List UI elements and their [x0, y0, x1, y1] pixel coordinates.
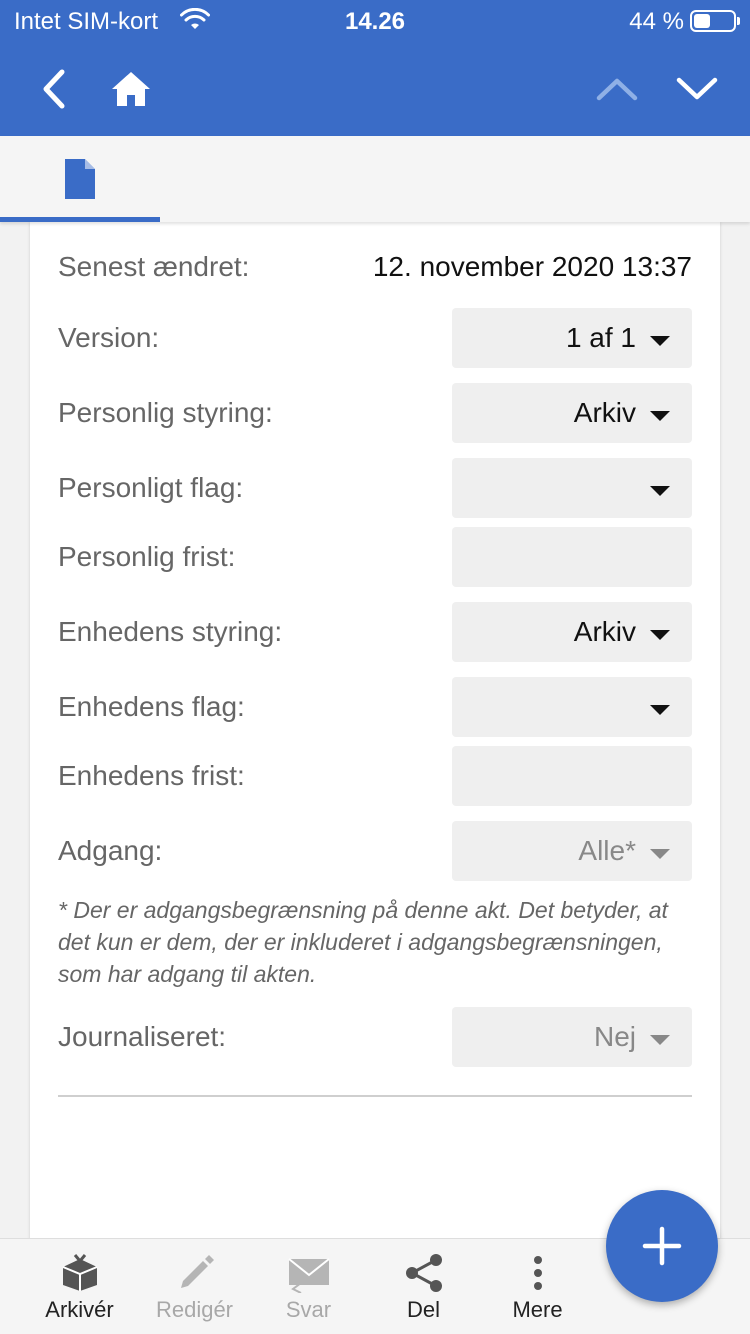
journalized-select: Nej	[452, 1007, 692, 1067]
caret-down-icon	[650, 411, 670, 421]
unit-deadline-row: Enhedens frist:	[58, 746, 692, 806]
journalized-row: Journaliseret: Nej	[58, 1007, 692, 1067]
chevron-up-icon	[596, 78, 638, 101]
edit-button[interactable]: Redigér	[137, 1239, 252, 1334]
reply-label: Svar	[285, 1297, 332, 1322]
unit-control-value: Arkiv	[573, 616, 636, 647]
edit-label: Redigér	[155, 1297, 234, 1322]
caret-down-icon	[650, 1035, 670, 1045]
last-modified-value: 12. november 2020 13:37	[372, 251, 692, 282]
personal-control-row: Personlig styring: Arkiv	[58, 383, 692, 443]
access-value: Alle*	[578, 835, 636, 866]
home-button[interactable]	[106, 64, 156, 114]
access-restriction-note: * Der er adgangsbegrænsning på denne akt…	[58, 897, 668, 987]
pencil-icon	[180, 1255, 214, 1288]
home-icon	[112, 72, 150, 106]
envelope-reply-icon	[287, 1258, 330, 1293]
unit-control-label: Enhedens styring:	[58, 616, 283, 647]
more-vertical-icon	[533, 1256, 542, 1290]
caret-down-icon	[650, 705, 670, 715]
battery-percent: 44 %	[629, 8, 684, 35]
journalized-label: Journaliseret:	[58, 1021, 227, 1052]
unit-deadline-field[interactable]	[452, 746, 692, 806]
battery-icon	[690, 10, 740, 32]
archive-label: Arkivér	[45, 1297, 114, 1322]
personal-control-label: Personlig styring:	[58, 397, 273, 428]
unit-flag-label: Enhedens flag:	[58, 691, 245, 722]
reply-button[interactable]: Svar	[251, 1239, 366, 1334]
share-label: Del	[406, 1297, 440, 1322]
plus-icon	[642, 1226, 682, 1266]
navigation-bar	[0, 42, 750, 136]
version-row: Version: 1 af 1	[58, 308, 692, 368]
unit-deadline-label: Enhedens frist:	[58, 760, 245, 791]
share-icon	[405, 1254, 442, 1292]
back-button[interactable]	[28, 64, 78, 114]
personal-flag-select[interactable]	[452, 458, 692, 518]
version-label: Version:	[58, 322, 160, 353]
unit-flag-row: Enhedens flag:	[58, 677, 692, 737]
active-tab-indicator	[0, 217, 160, 222]
personal-control-select[interactable]: Arkiv	[452, 383, 692, 443]
caret-down-icon	[650, 486, 670, 496]
status-bar: Intet SIM-kort 14.26 44 %	[0, 0, 750, 42]
chevron-left-icon	[43, 69, 65, 109]
personal-flag-row: Personligt flag:	[58, 458, 692, 518]
version-value: 1 af 1	[565, 322, 636, 353]
document-details-card: Senest ændret: 12. november 2020 13:37 V…	[30, 222, 720, 1242]
last-modified-row: Senest ændret: 12. november 2020 13:37	[58, 237, 692, 297]
more-label: Mere	[512, 1297, 563, 1322]
access-row: Adgang: Alle*	[58, 821, 692, 881]
access-label: Adgang:	[58, 835, 163, 866]
unit-control-row: Enhedens styring: Arkiv	[58, 602, 692, 662]
previous-button[interactable]	[592, 64, 642, 114]
document-icon	[65, 159, 95, 199]
personal-control-value: Arkiv	[573, 397, 636, 428]
journalized-value: Nej	[593, 1021, 636, 1052]
personal-deadline-label: Personlig frist:	[58, 541, 236, 572]
unit-control-select[interactable]: Arkiv	[452, 602, 692, 662]
share-button[interactable]: Del	[366, 1239, 481, 1334]
caret-down-icon	[650, 630, 670, 640]
access-select: Alle*	[452, 821, 692, 881]
archive-box-icon	[62, 1254, 97, 1291]
chevron-down-icon	[676, 77, 718, 100]
version-select[interactable]: 1 af 1	[452, 308, 692, 368]
add-fab-button[interactable]	[606, 1190, 718, 1302]
personal-deadline-field[interactable]	[452, 527, 692, 587]
personal-deadline-row: Personlig frist:	[58, 527, 692, 587]
unit-flag-select[interactable]	[452, 677, 692, 737]
last-modified-label: Senest ændret:	[58, 251, 250, 282]
tab-document[interactable]	[0, 136, 160, 222]
personal-flag-label: Personligt flag:	[58, 472, 244, 503]
tab-bar	[0, 136, 750, 222]
caret-down-icon	[650, 849, 670, 859]
caret-down-icon	[650, 336, 670, 346]
divider	[58, 1095, 692, 1097]
archive-button[interactable]: Arkivér	[22, 1239, 137, 1334]
more-button[interactable]: Mere	[480, 1239, 595, 1334]
next-button[interactable]	[672, 64, 722, 114]
